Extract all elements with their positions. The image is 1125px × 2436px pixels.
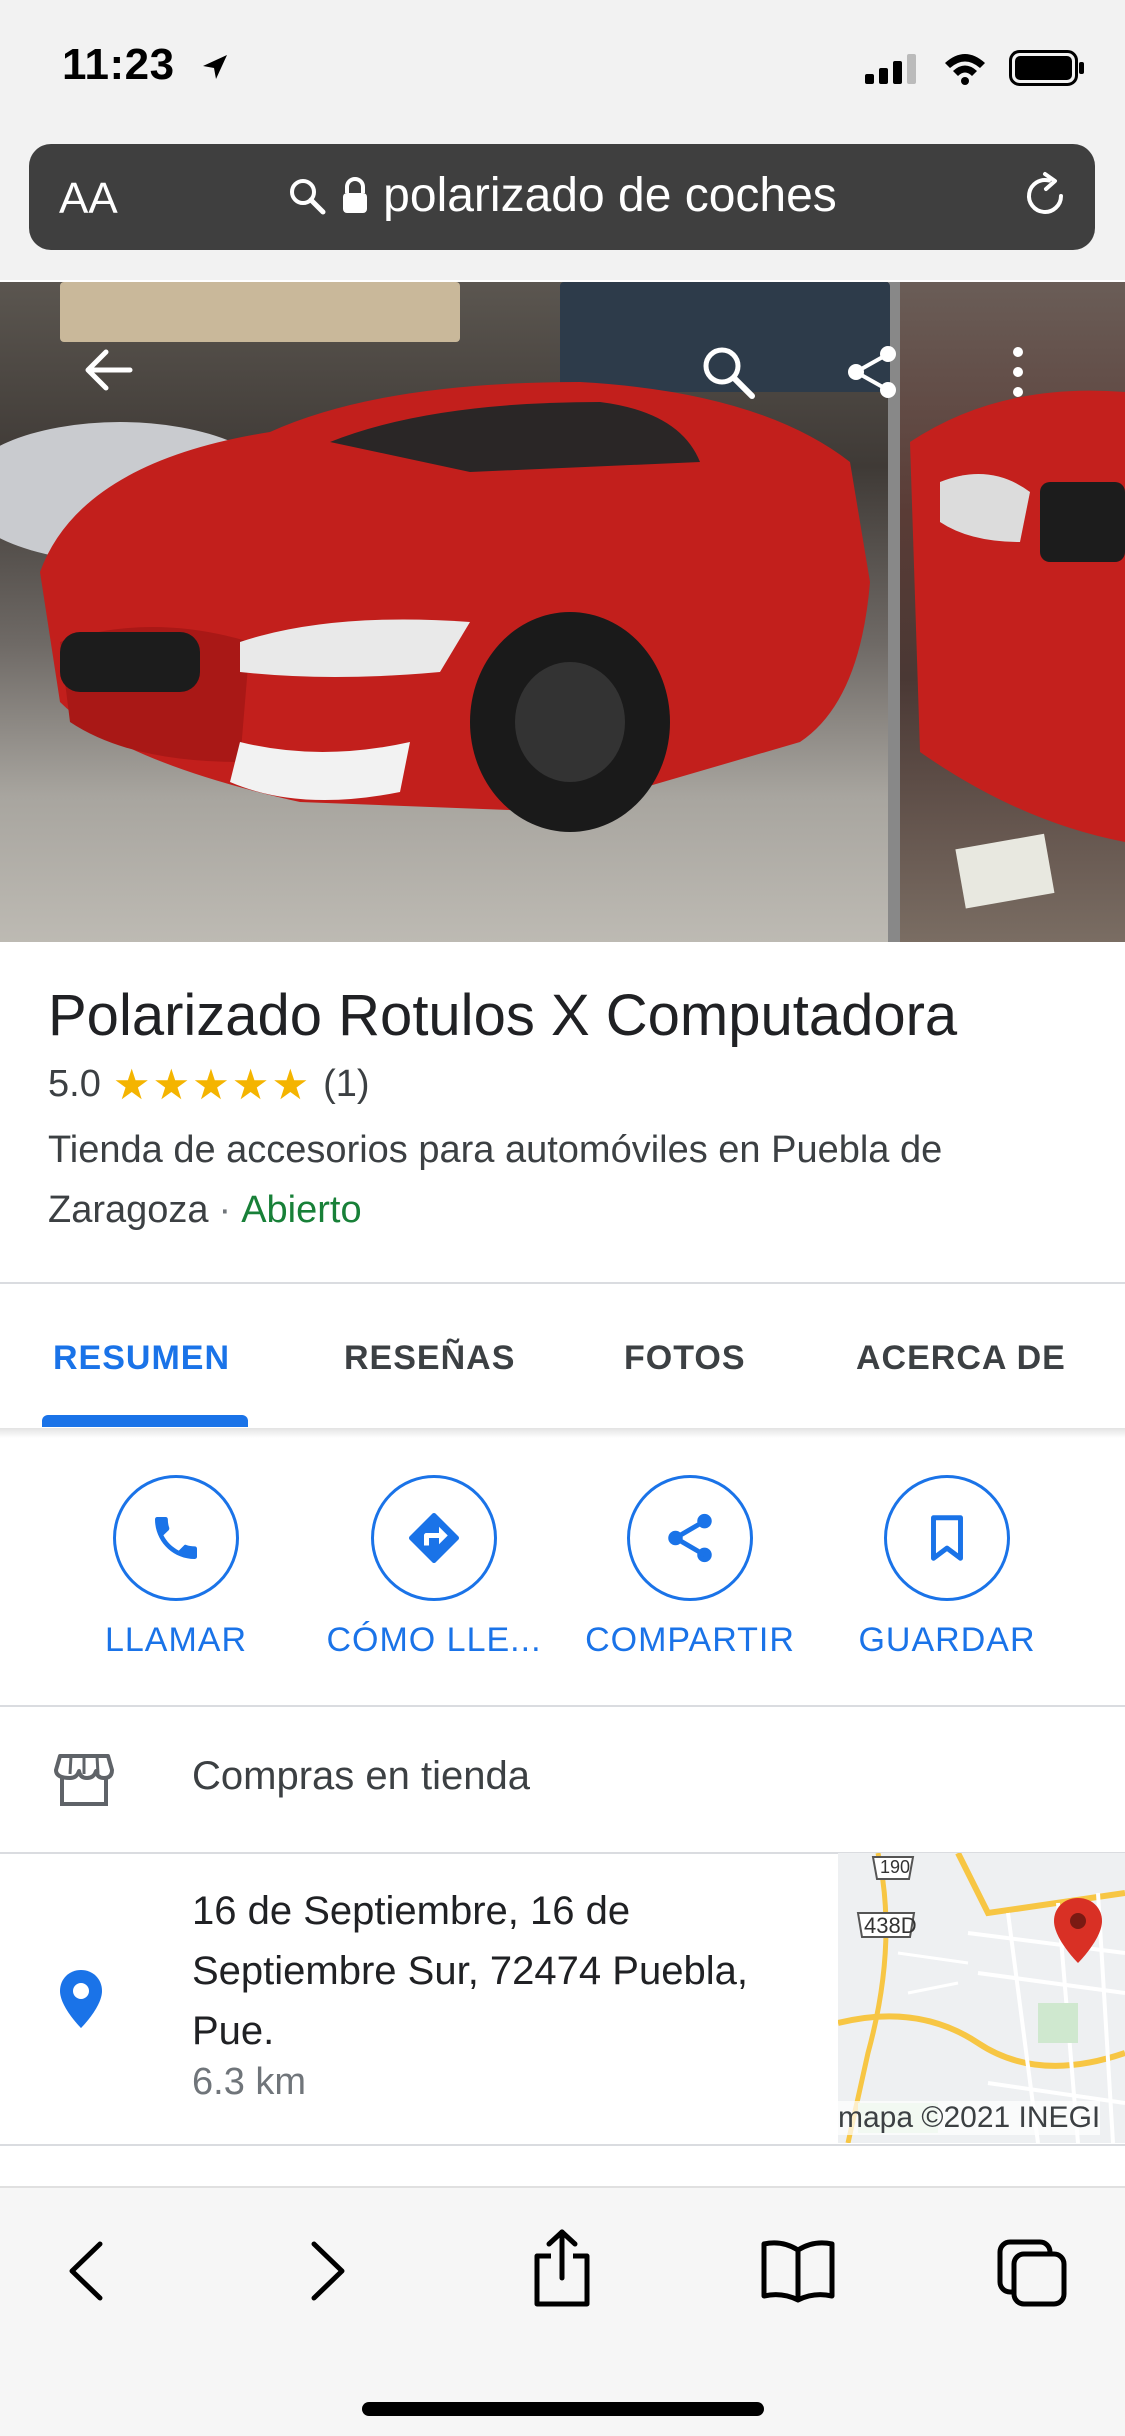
category-text: Tienda de accesorios para automóviles en…	[48, 1129, 943, 1231]
address-text: 16 de Septiembre, 16 de Septiembre Sur, …	[192, 1889, 748, 2053]
directions-icon	[409, 1513, 459, 1563]
share-icon[interactable]	[842, 342, 902, 402]
map-image: 190 438D	[838, 1853, 1125, 2143]
place-category: Tienda de accesorios para automóviles en…	[48, 1120, 1088, 1240]
url-text: polarizado de coches	[383, 169, 837, 222]
store-icon	[54, 1754, 114, 1806]
call-circle	[113, 1475, 239, 1601]
share-sheet-icon[interactable]	[527, 2228, 597, 2308]
directions-button[interactable]: CÓMO LLE...	[314, 1475, 554, 1660]
tab-resumen[interactable]: RESUMEN	[53, 1339, 230, 1378]
rating-value: 5.0	[48, 1063, 101, 1105]
address-bar[interactable]: AA polarizado de coches	[29, 144, 1095, 250]
phone-icon	[155, 1517, 197, 1559]
share-icon	[668, 1513, 712, 1563]
search-icon[interactable]	[698, 342, 758, 402]
service-option-text: Compras en tienda	[192, 1754, 530, 1798]
tab-resenas[interactable]: RESEÑAS	[344, 1339, 515, 1378]
browser-bottom-bar	[0, 2186, 1125, 2436]
photo-carousel[interactable]	[0, 282, 1125, 942]
distance-text: 6.3 km	[192, 2061, 307, 2103]
call-label: LLAMAR	[104, 1621, 248, 1659]
save-circle	[884, 1475, 1010, 1601]
directions-circle	[371, 1475, 497, 1601]
share-circle	[627, 1475, 753, 1601]
status-time: 11:23	[62, 40, 175, 89]
tab-acerca-de[interactable]: ACERCA DE	[856, 1339, 1066, 1378]
map-thumbnail[interactable]: 190 438D mapa ©2021 INEGI	[838, 1853, 1125, 2143]
lock-icon	[343, 176, 368, 213]
address-field[interactable]: polarizado de coches	[29, 168, 1095, 223]
red-car-image	[0, 382, 870, 832]
back-arrow-icon[interactable]	[80, 342, 136, 398]
location-pin-icon	[60, 1970, 102, 2028]
map-route-label: 438D	[864, 1913, 917, 1938]
map-credit: mapa ©2021 INEGI	[838, 2101, 1101, 2135]
map-route-label: 190	[880, 1857, 910, 1877]
status-bar: 11:23	[0, 0, 1125, 140]
cellular-signal-icon	[865, 54, 916, 84]
address-row[interactable]: 16 de Septiembre, 16 de Septiembre Sur, …	[0, 1853, 1125, 2145]
tabs-icon[interactable]	[996, 2238, 1068, 2308]
directions-label: CÓMO LLE...	[326, 1621, 542, 1659]
shop-awning	[60, 282, 460, 342]
share-label: COMPARTIR	[585, 1621, 795, 1659]
forward-icon[interactable]	[302, 2238, 352, 2304]
wifi-icon	[945, 54, 985, 85]
more-vert-icon[interactable]	[1000, 342, 1036, 402]
search-icon	[290, 178, 326, 214]
browser-toolbar: AA polarizado de coches	[0, 140, 1125, 280]
reload-icon[interactable]	[1019, 170, 1071, 222]
tabs-shadow	[0, 1428, 1125, 1438]
call-button[interactable]: LLAMAR	[56, 1475, 296, 1660]
share-button[interactable]: COMPARTIR	[570, 1475, 810, 1660]
place-tabs: RESUMEN RESEÑAS FOTOS ACERCA DE	[0, 1283, 1125, 1429]
star-rating: ★★★★★	[112, 1061, 312, 1108]
place-title: Polarizado Rotulos X Computadora	[48, 983, 958, 1048]
service-option-row[interactable]: Compras en tienda	[0, 1706, 1125, 1852]
open-status: Abierto	[241, 1189, 362, 1231]
separator-dot: ·	[218, 1189, 232, 1231]
save-button[interactable]: GUARDAR	[827, 1475, 1067, 1660]
bookmark-icon	[931, 1515, 963, 1561]
tab-fotos[interactable]: FOTOS	[624, 1339, 746, 1378]
save-label: GUARDAR	[858, 1621, 1036, 1659]
review-count[interactable]: (1)	[323, 1063, 369, 1106]
rating-row[interactable]: 5.0 ★★★★★ (1)	[48, 1060, 370, 1109]
location-arrow-icon	[203, 55, 227, 79]
home-indicator	[362, 2402, 764, 2416]
back-icon[interactable]	[62, 2238, 112, 2304]
active-tab-indicator	[42, 1415, 248, 1427]
bookmarks-icon[interactable]	[760, 2238, 836, 2304]
divider	[0, 2144, 1125, 2146]
battery-icon	[1009, 50, 1084, 86]
